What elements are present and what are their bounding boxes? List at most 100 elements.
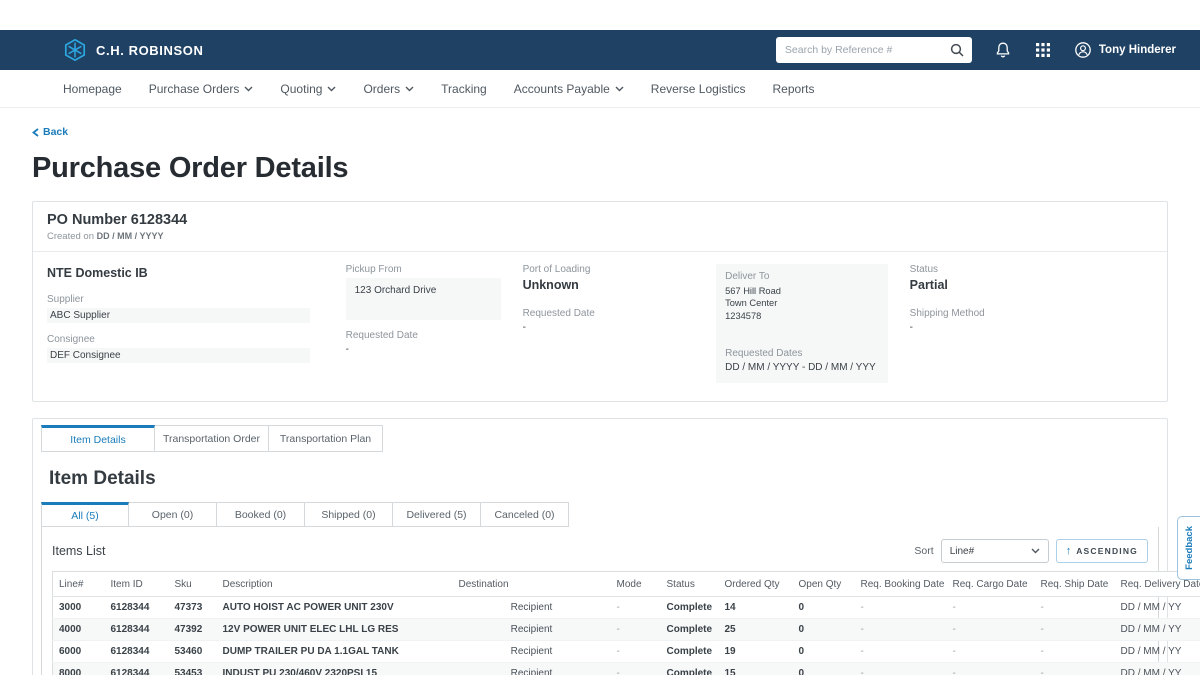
table-row[interactable]: 8000612834453453INDUST PU 230/460V 2320P… [53,663,1200,675]
table-cell: - [611,619,661,641]
table-cell: DUMP TRAILER PU DA 1.1GAL TANK [217,641,453,663]
table-cell: Recipient [453,597,611,619]
filter-all[interactable]: All (5) [41,502,129,527]
nav-item-orders[interactable]: Orders [363,82,414,96]
shipping-method-value: - [910,322,1153,333]
deliver-to-label: Deliver To [725,271,879,282]
status-filter-strip: All (5) Open (0) Booked (0) Shipped (0) … [41,502,1159,527]
table-cell: 8000 [53,663,105,675]
nav-item-purchase-orders[interactable]: Purchase Orders [149,82,254,96]
table-cell: 6128344 [105,619,169,641]
order-type: NTE Domestic IB [47,266,346,280]
search-icon[interactable] [949,42,965,58]
chevron-down-icon [615,86,624,92]
chevron-down-icon [244,86,253,92]
user-menu[interactable]: Tony Hinderer [1074,41,1176,59]
table-cell: DD / MM / YY [1115,663,1200,675]
table-cell: - [855,641,947,663]
table-cell: - [611,597,661,619]
table-cell: DD / MM / YY [1115,597,1200,619]
user-avatar-icon [1074,41,1092,59]
table-cell: - [1035,619,1115,641]
page-title: Purchase Order Details [32,152,1168,185]
section-heading: Item Details [49,468,1159,490]
supplier-consignee-column: NTE Domestic IB Supplier ABC Supplier Co… [47,264,346,384]
port-of-loading-value: Unknown [523,278,717,292]
table-cell: 6000 [53,641,105,663]
column-header: Req. Cargo Date [947,572,1035,597]
user-name: Tony Hinderer [1099,44,1176,56]
table-cell: - [1035,597,1115,619]
notifications-bell-icon[interactable] [994,41,1012,59]
nav-item-quoting[interactable]: Quoting [280,82,336,96]
nav-item-accounts-payable[interactable]: Accounts Payable [514,82,624,96]
tab-transportation-plan[interactable]: Transportation Plan [269,425,383,452]
table-cell: 0 [793,641,855,663]
table-cell: 6128344 [105,597,169,619]
table-cell: - [855,663,947,675]
filter-canceled[interactable]: Canceled (0) [481,502,569,527]
nav-item-homepage[interactable]: Homepage [63,82,122,96]
shipping-method-label: Shipping Method [910,308,1153,319]
nav-item-reverse-logistics[interactable]: Reverse Logistics [651,82,746,96]
column-header: Req. Booking Date [855,572,947,597]
table-cell: - [1035,663,1115,675]
status-label: Status [910,264,1153,275]
chrobinson-logo-icon [63,38,87,62]
table-cell: - [611,641,661,663]
tab-item-details[interactable]: Item Details [41,425,155,452]
deliver-to-line: 1234578 [725,310,879,323]
po-summary-card: PO Number 6128344 Created on DD / MM / Y… [32,201,1168,403]
po-number: PO Number 6128344 [47,212,1153,228]
table-row[interactable]: 400061283444739212V POWER UNIT ELEC LHL … [53,619,1200,641]
sort-select[interactable]: Line# [941,539,1049,563]
top-navbar: C.H. ROBINSON Tony [0,30,1200,70]
table-cell: Complete [661,597,719,619]
filter-booked[interactable]: Booked (0) [217,502,305,527]
items-list-title: Items List [52,544,106,558]
table-cell: 47373 [169,597,217,619]
table-cell: INDUST PU 230/460V 2320PSI 15 [217,663,453,675]
table-cell: - [947,619,1035,641]
table-cell: Complete [661,663,719,675]
table-cell: Recipient [453,619,611,641]
filter-delivered[interactable]: Delivered (5) [393,502,481,527]
deliver-to-column: Deliver To 567 Hill Road Town Center 123… [716,264,910,384]
items-table: Line#Item IDSkuDescriptionDestinationMod… [52,571,1200,675]
table-cell: 25 [719,619,793,641]
chevron-down-icon [405,86,414,92]
table-row[interactable]: 6000612834453460DUMP TRAILER PU DA 1.1GA… [53,641,1200,663]
ascending-sort-button[interactable]: ↑ ASCENDING [1056,539,1148,563]
table-cell: 0 [793,597,855,619]
pickup-column: Pickup From 123 Orchard Drive Requested … [346,264,523,384]
table-cell: 3000 [53,597,105,619]
top-whitespace [0,0,1200,30]
search-input[interactable] [776,37,972,63]
column-header: Req. Ship Date [1035,572,1115,597]
table-cell: 6128344 [105,641,169,663]
filter-open[interactable]: Open (0) [129,502,217,527]
column-header: Open Qty [793,572,855,597]
feedback-tab[interactable]: Feedback [1177,516,1200,580]
table-cell: Recipient [453,663,611,675]
main-navigation: Homepage Purchase Orders Quoting Orders … [0,70,1200,108]
table-row[interactable]: 3000612834447373AUTO HOIST AC POWER UNIT… [53,597,1200,619]
column-header: Mode [611,572,661,597]
column-header: Description [217,572,453,597]
requested-dates-label: Requested Dates [725,348,879,359]
table-cell: - [1035,641,1115,663]
filter-shipped[interactable]: Shipped (0) [305,502,393,527]
nav-item-tracking[interactable]: Tracking [441,82,487,96]
brand-name: C.H. ROBINSON [96,43,203,58]
tab-transportation-order[interactable]: Transportation Order [155,425,269,452]
table-cell: 14 [719,597,793,619]
back-link[interactable]: Back [32,126,68,138]
nav-item-reports[interactable]: Reports [773,82,815,96]
table-cell: 15 [719,663,793,675]
brand[interactable]: C.H. ROBINSON [63,38,203,62]
table-cell: Complete [661,619,719,641]
table-cell: 53460 [169,641,217,663]
apps-grid-icon[interactable] [1034,41,1052,59]
chevron-down-icon [1031,548,1040,554]
table-cell: 53453 [169,663,217,675]
